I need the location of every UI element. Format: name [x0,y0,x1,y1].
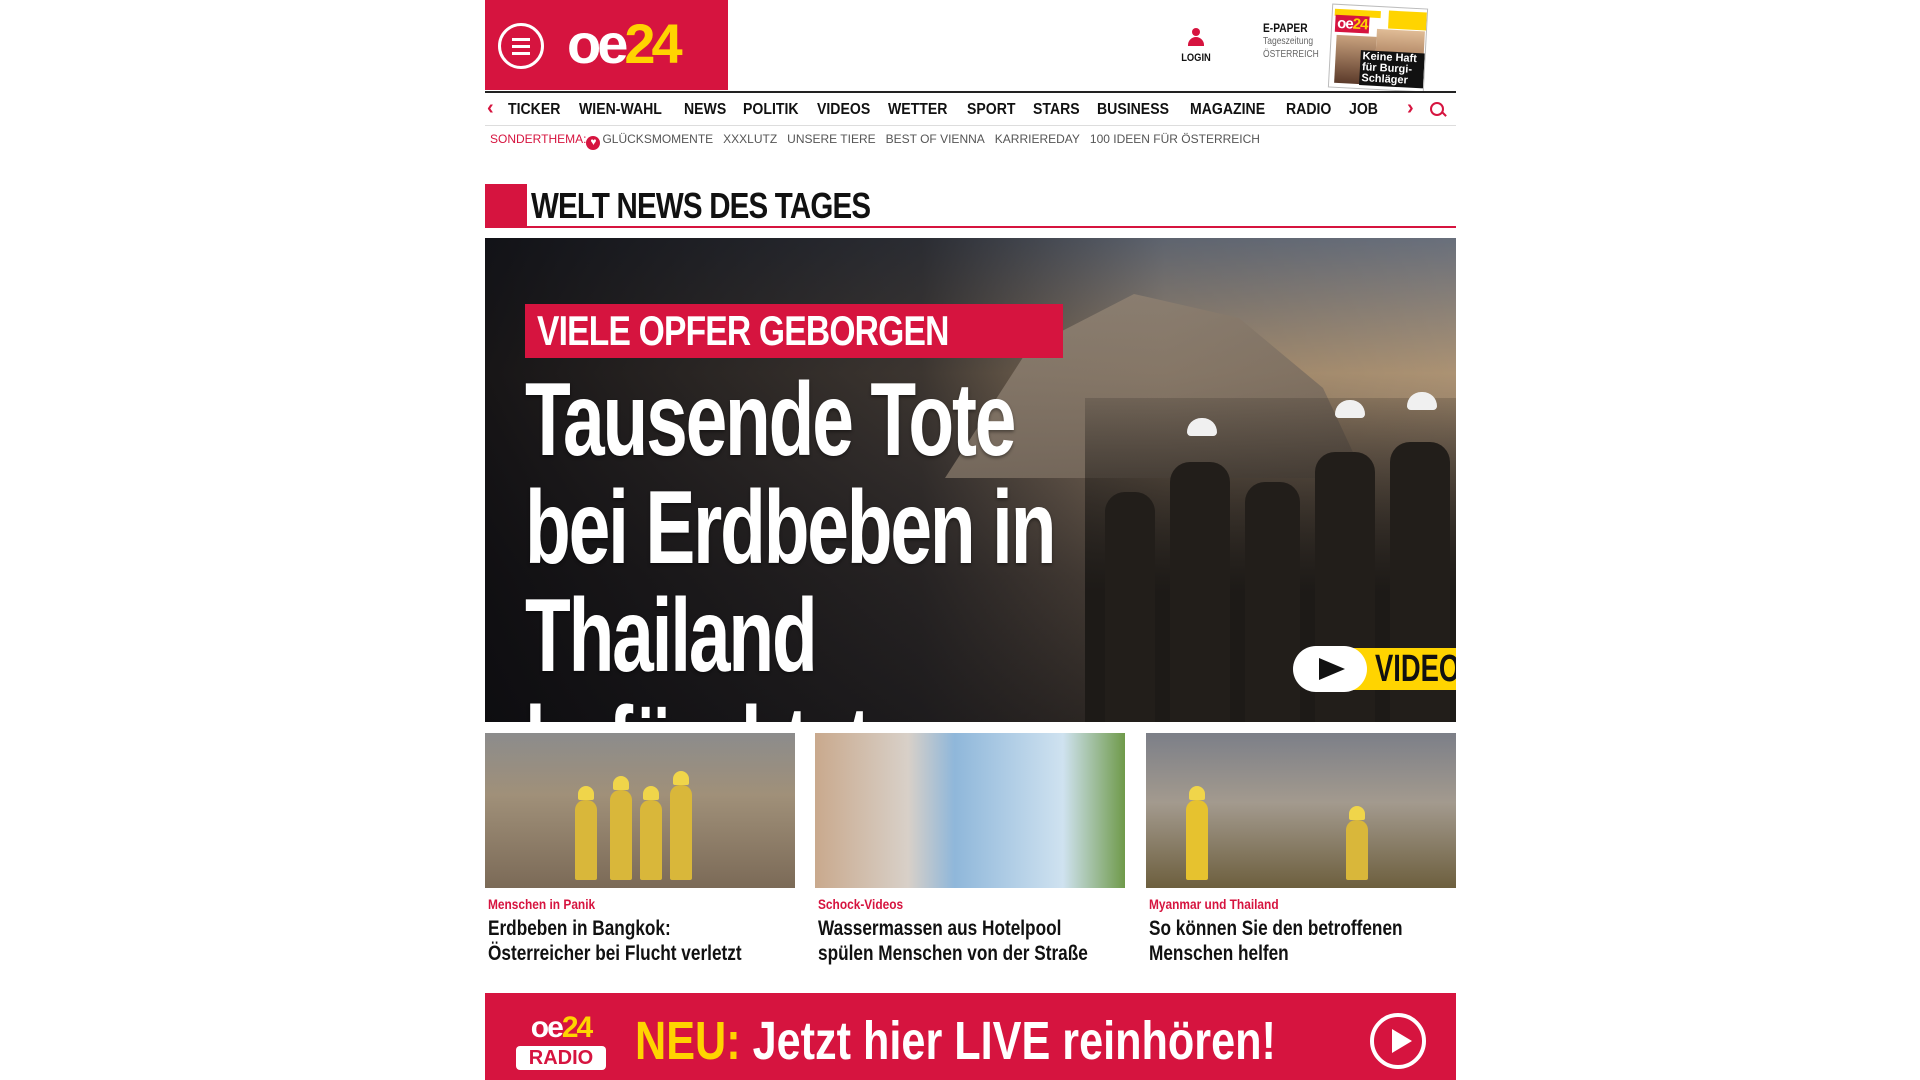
nav-item-stars[interactable]: STARS [1033,93,1080,126]
header-logo-area: oe24 [485,0,728,90]
oe24-radio-logo: oe24 RADIO [515,1013,607,1070]
nav-item-sport[interactable]: SPORT [967,93,1016,126]
play-icon[interactable] [1370,1013,1426,1069]
hero-article[interactable]: VIELE OPFER GEBORGEN Tausende Tote bei E… [485,238,1456,722]
hero-headline[interactable]: Tausende Tote bei Erdbeben in Thailand b… [525,366,1072,722]
chevron-left-icon[interactable]: ‹ [487,97,494,120]
play-icon [1293,646,1367,692]
epaper-subtitle: Tageszeitung [1263,36,1314,47]
teaser-title[interactable]: Wassermassen aus Hotelpool spülen Mensch… [818,916,1105,966]
subnav-item[interactable]: KARRIEREDAY [995,132,1080,146]
cover-logo: oe24 [1334,14,1370,34]
teaser-card[interactable]: Schock-Videos Wassermassen aus Hotelpool… [815,733,1125,966]
epaper-cover-image[interactable]: oe24 Keine Haft für Burgi-Schläger [1327,3,1429,93]
menu-icon[interactable] [498,23,544,69]
teaser-title[interactable]: Erdbeben in Bangkok: Österreicher bei Fl… [488,916,775,966]
subnav-label: SONDERTHEMA: [490,132,587,146]
nav-item-ticker[interactable]: TICKER [508,93,560,126]
subnav-item[interactable]: GLÜCKSMOMENTE [602,132,713,146]
teaser-image[interactable] [815,733,1125,888]
subnav-item[interactable]: BEST OF VIENNA [886,132,985,146]
teaser-image[interactable] [1146,733,1456,888]
radio-message[interactable]: NEU: Jetzt hier LIVE reinhören! [635,1011,1276,1071]
teaser-image[interactable] [485,733,795,888]
login-button[interactable]: LOGIN [1171,28,1221,64]
video-badge[interactable]: VIDEO [1293,646,1456,692]
main-nav: ‹ TICKER WIEN-WAHL NEWS POLITIK VIDEOS WETTER… [485,91,1456,126]
search-icon[interactable] [1430,102,1446,118]
epaper-title: E-PAPER [1263,21,1308,35]
page-wrapper: oe24 LOGIN E-PAPER Tageszeitung ÖSTERREI… [485,0,1456,1080]
subnav: SONDERTHEMA: ♥ GLÜCKSMOMENTE XXXLUTZ UNSERE … [485,130,1456,150]
login-label: LOGIN [1181,52,1211,64]
radio-banner[interactable]: oe24 RADIO NEU: Jetzt hier LIVE reinhöre… [485,993,1456,1080]
cover-teaser: Keine Haft für Burgi-Schläger [1359,50,1425,89]
nav-item-news[interactable]: NEWS [684,93,726,126]
chevron-right-icon[interactable]: › [1407,97,1414,120]
nav-item-job[interactable]: JOB [1349,93,1378,126]
teaser-kicker: Menschen in Panik [488,896,596,912]
section-title: WELT NEWS DES TAGES [531,185,871,226]
teaser-row: Menschen in Panik Erdbeben in Bangkok: Ö… [485,733,1456,973]
teaser-kicker: Schock-Videos [818,896,904,912]
teaser-title[interactable]: So können Sie den betroffenen Menschen h… [1149,916,1436,966]
nav-item-videos[interactable]: VIDEOS [817,93,870,126]
subnav-item[interactable]: XXXLUTZ [723,132,777,146]
hero-kicker: VIELE OPFER GEBORGEN [525,304,1064,358]
teaser-card[interactable]: Menschen in Panik Erdbeben in Bangkok: Ö… [485,733,795,966]
nav-list: TICKER WIEN-WAHL NEWS POLITIK VIDEOS WETTER SP… [508,93,1408,126]
heart-icon: ♥ [586,136,601,150]
teaser-card[interactable]: Myanmar und Thailand So können Sie den b… [1146,733,1456,966]
user-icon [1187,28,1205,48]
oe24-logo[interactable]: oe24 [567,14,683,74]
epaper-link[interactable]: E-PAPER Tageszeitung ÖSTERREICH [1263,21,1333,61]
nav-item-politik[interactable]: POLITIK [743,93,799,126]
video-label: VIDEO [1375,648,1456,690]
epaper-subtitle-2: ÖSTERREICH [1263,49,1319,60]
nav-item-business[interactable]: BUSINESS [1097,93,1169,126]
nav-item-wien-wahl[interactable]: WIEN-WAHL [579,93,662,126]
teaser-kicker: Myanmar und Thailand [1149,896,1279,912]
subnav-item[interactable]: UNSERE TIERE [787,132,875,146]
section-header: WELT NEWS DES TAGES [485,184,1456,230]
subnav-item[interactable]: 100 IDEEN FÜR ÖSTERREICH [1090,132,1260,146]
nav-item-radio[interactable]: RADIO [1286,93,1331,126]
nav-item-magazine[interactable]: MAGAZINE [1190,93,1265,126]
nav-item-wetter[interactable]: WETTER [888,93,947,126]
